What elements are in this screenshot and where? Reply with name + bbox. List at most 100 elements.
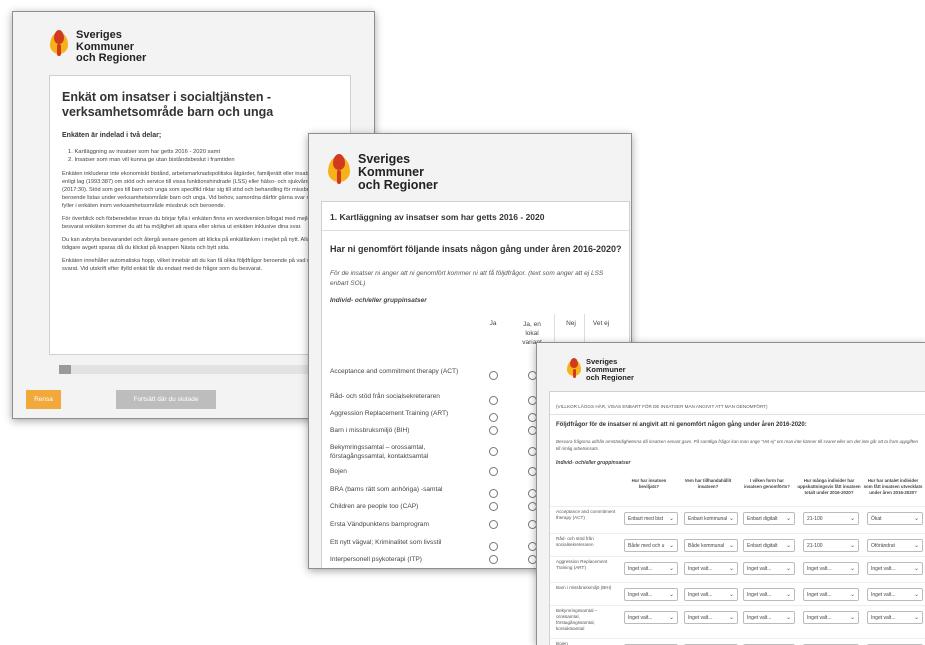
row-label: Acceptance and commitment therapy (ACT)	[330, 368, 459, 375]
answer-select[interactable]: Inget valt... ⌄	[867, 562, 923, 575]
chevron-down-icon: ⌄	[668, 592, 674, 598]
select-value: Inget valt...	[628, 615, 653, 621]
select-value: Inget valt...	[871, 566, 896, 572]
select-value: Både med och u	[628, 543, 665, 549]
answer-select[interactable]: Inget valt... ⌄	[803, 562, 859, 575]
radio-option[interactable]	[489, 520, 498, 529]
answer-select[interactable]: Inget valt... ⌄	[743, 588, 795, 601]
table-row: Bekymringssamtal – orossamtal, förstagån…	[550, 605, 925, 631]
chevron-down-icon: ⌄	[728, 592, 734, 598]
select-value: Inget valt...	[747, 592, 772, 598]
select-value: Inget valt...	[747, 615, 772, 621]
chevron-down-icon: ⌄	[785, 592, 791, 598]
select-value: Enbart kommunal	[688, 516, 728, 522]
radio-option[interactable]	[489, 555, 498, 564]
followup-note: Besvara frågorna utifrån omständighetern…	[556, 439, 918, 451]
table-row: Aggression Replacement Training (ART) Ing…	[550, 556, 925, 581]
radio-option[interactable]	[489, 542, 498, 551]
group-label: Individ- och/eller gruppinsatser	[330, 297, 427, 304]
answer-select[interactable]: Inget valt... ⌄	[867, 588, 923, 601]
row-label: Acceptance and commitment therapy (ACT)	[556, 509, 616, 520]
row-label: Children are people too (CAP)	[330, 503, 419, 510]
answer-select[interactable]: Oförändrat ⌄	[867, 539, 923, 552]
answer-select[interactable]: 21-100 ⌄	[803, 512, 859, 525]
question-note: För de insatser ni anger att ni genomför…	[330, 270, 604, 287]
clear-button[interactable]: Rensa	[26, 390, 61, 409]
select-value: Inget valt...	[747, 566, 772, 572]
followup-col-count: Hur många individer har uppskattningsvis…	[797, 478, 861, 495]
radio-option[interactable]	[489, 447, 498, 456]
select-value: Enbart digitalt	[747, 543, 778, 549]
radio-option[interactable]	[489, 396, 498, 405]
chevron-down-icon: ⌄	[913, 543, 919, 549]
answer-select[interactable]: Inget valt... ⌄	[803, 588, 859, 601]
row-label: Aggression Replacement Training (ART)	[556, 559, 608, 570]
intro-heading: Enkäten är indelad i två delar;	[62, 132, 162, 139]
row-label: Ett nytt vägval; Kriminalitet som livsst…	[330, 539, 442, 546]
answer-select[interactable]: Inget valt... ⌄	[684, 588, 738, 601]
select-value: Enbart digitalt	[747, 516, 778, 522]
answer-select[interactable]: Ökat ⌄	[867, 512, 923, 525]
intro-card: Enkät om insatser i socialtjänsten - ver…	[49, 75, 351, 355]
chevron-down-icon: ⌄	[668, 543, 674, 549]
intro-body: Enkäten inkluderar inte ekonomiskt bistå…	[62, 170, 342, 273]
condition-note: (VILLKOR LÄGGS HÄR, VISAS ENBART FÖR DE …	[556, 404, 768, 409]
column-header-yes: Ja	[489, 320, 497, 327]
select-value: Både kommunal	[688, 543, 725, 549]
followup-col-provider: Vem har tillhandahållit insatsen?	[684, 478, 732, 489]
answer-select[interactable]: Enbart med bist ⌄	[624, 512, 678, 525]
row-label: Råd- och stöd från socialsekreteraren	[556, 536, 594, 547]
section-title: 1. Kartläggning av insatser som har gett…	[330, 212, 545, 222]
chevron-down-icon: ⌄	[913, 566, 919, 572]
radio-option[interactable]	[489, 426, 498, 435]
answer-select[interactable]: Inget valt... ⌄	[743, 611, 795, 624]
answer-select[interactable]: 21-100 ⌄	[803, 539, 859, 552]
answer-select[interactable]: Inget valt... ⌄	[684, 611, 738, 624]
continue-button[interactable]: Fortsätt där du slutade	[116, 390, 216, 409]
followup-col-grant: Hur har insatsen beviljats?	[631, 478, 667, 489]
intro-paragraph: För överblick och förberedelse innan du …	[62, 216, 332, 230]
radio-option[interactable]	[489, 489, 498, 498]
chevron-down-icon: ⌄	[849, 566, 855, 572]
select-value: Ökat	[871, 516, 882, 522]
select-value: Inget valt...	[688, 592, 713, 598]
skr-logo-mark	[326, 152, 352, 186]
answer-select[interactable]: Inget valt... ⌄	[803, 611, 859, 624]
answer-select[interactable]: Inget valt... ⌄	[624, 611, 678, 624]
intro-paragraph: Enkäten inkluderar inte ekonomiskt bistå…	[62, 171, 341, 209]
radio-option[interactable]	[489, 502, 498, 511]
chevron-down-icon: ⌄	[849, 543, 855, 549]
chevron-down-icon: ⌄	[913, 516, 919, 522]
chevron-down-icon: ⌄	[668, 615, 674, 621]
answer-select[interactable]: Inget valt... ⌄	[624, 588, 678, 601]
answer-select[interactable]: Enbart digitalt ⌄	[743, 539, 795, 552]
skr-logo: Sveriges Kommuner och Regioner	[48, 28, 146, 65]
answer-select[interactable]: Både kommunal ⌄	[684, 539, 738, 552]
row-label: Bekymringssamtal – orossamtal, förstagån…	[330, 444, 429, 460]
row-label: Bojen	[556, 641, 568, 645]
answer-select[interactable]: Enbart digitalt ⌄	[743, 512, 795, 525]
row-label: Barn i missbruksmiljö (BIH)	[330, 427, 410, 434]
row-label: Bekymringssamtal – orossamtal, förstagån…	[556, 608, 598, 631]
table-row: Acceptance and commitment therapy (ACT) E…	[550, 506, 925, 531]
radio-option[interactable]	[489, 467, 498, 476]
answer-select[interactable]: Enbart kommunal ⌄	[684, 512, 738, 525]
select-value: Inget valt...	[871, 615, 896, 621]
chevron-down-icon: ⌄	[668, 516, 674, 522]
list-item: 2. Insatser som man vill kunna ge utan b…	[68, 157, 235, 163]
row-label: Aggression Replacement Training (ART)	[330, 410, 449, 417]
followup-window: Sveriges Kommuner och Regioner (VILLKOR …	[536, 342, 925, 645]
answer-select[interactable]: Inget valt... ⌄	[684, 562, 738, 575]
radio-option[interactable]	[489, 371, 498, 380]
chevron-down-icon: ⌄	[728, 516, 734, 522]
brand-line-1: Sveriges	[76, 29, 122, 41]
answer-select[interactable]: Både med och u ⌄	[624, 539, 678, 552]
chevron-down-icon: ⌄	[849, 592, 855, 598]
skr-logo-mark	[48, 28, 70, 58]
brand-line-3: och Regioner	[358, 178, 438, 193]
radio-option[interactable]	[489, 413, 498, 422]
skr-logo: Sveriges Kommuner och Regioner	[566, 357, 634, 382]
answer-select[interactable]: Inget valt... ⌄	[743, 562, 795, 575]
answer-select[interactable]: Inget valt... ⌄	[624, 562, 678, 575]
answer-select[interactable]: Inget valt... ⌄	[867, 611, 923, 624]
